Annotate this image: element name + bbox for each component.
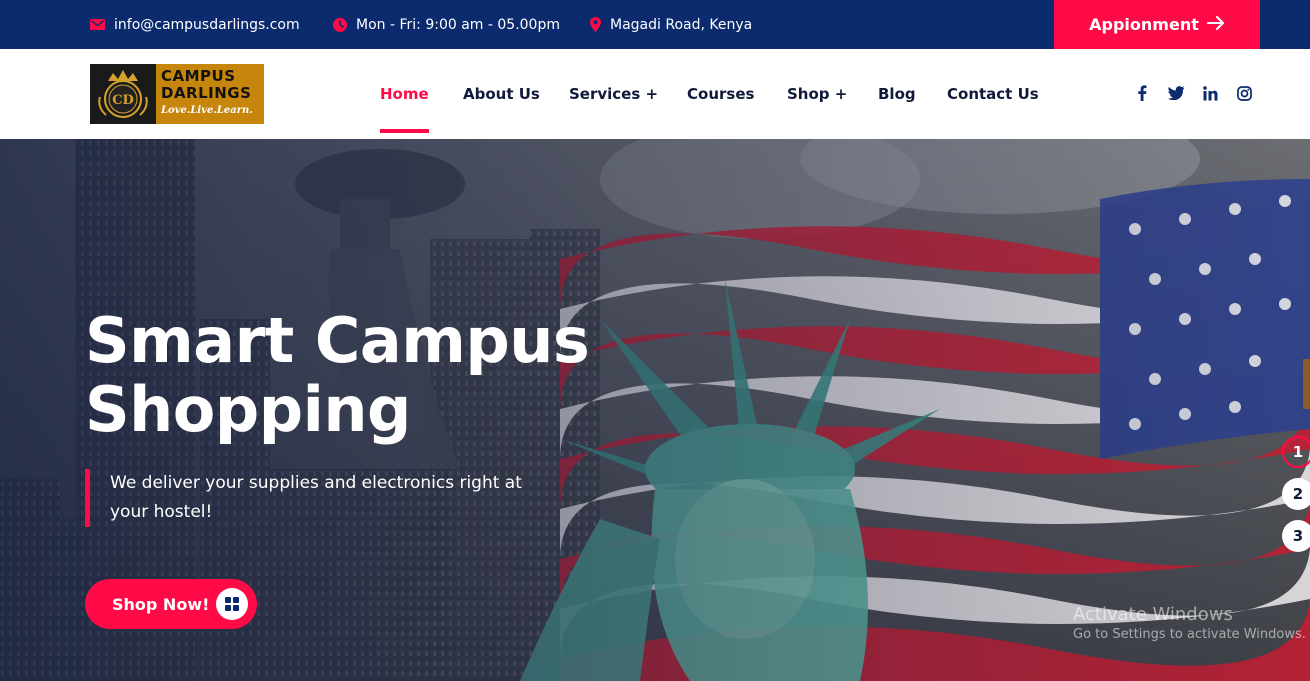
nav-about-us[interactable]: About Us: [463, 49, 540, 139]
top-info-bar: info@campusdarlings.com Mon - Fri: 9:00 …: [0, 0, 1310, 49]
logo-wordmark: CAMPUS DARLINGS Love.Live.Learn.: [156, 64, 264, 124]
arrow-right-icon: [1206, 15, 1225, 34]
instagram-icon[interactable]: [1234, 83, 1254, 103]
logo-crest: CD: [90, 64, 156, 124]
logo-line2: DARLINGS: [161, 84, 252, 102]
hero-subtitle: We deliver your supplies and electronics…: [110, 473, 522, 522]
nav-courses[interactable]: Courses: [687, 49, 754, 139]
nav-services[interactable]: Services +: [569, 49, 658, 139]
clock-icon: [333, 17, 347, 32]
logo-monogram: CD: [112, 93, 134, 108]
nav-contact-us[interactable]: Contact Us: [947, 49, 1039, 139]
windows-activation-hint: Go to Settings to activate Windows.: [1073, 627, 1306, 642]
hours-text: Mon - Fri: 9:00 am - 05.00pm: [356, 16, 560, 33]
address-info: Magadi Road, Kenya: [590, 0, 752, 49]
map-pin-icon: [590, 17, 601, 32]
appointment-label: Appionment: [1089, 15, 1199, 34]
appointment-button[interactable]: Appionment: [1054, 0, 1260, 49]
site-logo[interactable]: CD CAMPUS DARLINGS Love.Live.Learn.: [90, 64, 264, 124]
envelope-icon: [90, 19, 105, 30]
grid-icon: [216, 588, 248, 620]
slide-dot-1[interactable]: 1: [1282, 436, 1310, 468]
twitter-icon[interactable]: [1166, 83, 1186, 103]
nav-home[interactable]: Home: [380, 49, 429, 139]
hours-info: Mon - Fri: 9:00 am - 05.00pm: [333, 0, 560, 49]
email-info[interactable]: info@campusdarlings.com: [90, 0, 300, 49]
hero-title: Smart Campus Shopping: [85, 304, 590, 446]
slide-dot-3[interactable]: 3: [1282, 520, 1310, 552]
facebook-icon[interactable]: [1132, 83, 1152, 103]
logo-line1: CAMPUS: [161, 67, 236, 85]
address-text: Magadi Road, Kenya: [610, 16, 753, 33]
hero-title-line1: Smart Campus: [85, 304, 590, 377]
linkedin-icon[interactable]: [1200, 83, 1220, 103]
hero-subtitle-accent-bar: [85, 469, 90, 527]
slide-dot-2[interactable]: 2: [1282, 478, 1310, 510]
side-panel-tab[interactable]: [1303, 359, 1310, 409]
hero-title-line2: Shopping: [85, 373, 411, 446]
hero-slider: Smart Campus Shopping We deliver your su…: [0, 139, 1310, 681]
logo-tagline: Love.Live.Learn.: [161, 105, 253, 116]
main-navbar: CD CAMPUS DARLINGS Love.Live.Learn. Home…: [0, 49, 1310, 139]
nav-shop[interactable]: Shop +: [787, 49, 847, 139]
email-text[interactable]: info@campusdarlings.com: [114, 17, 300, 33]
nav-blog[interactable]: Blog: [878, 49, 916, 139]
nav-active-indicator: [380, 129, 429, 133]
shop-now-label: Shop Now!: [112, 594, 210, 614]
windows-activation-title: Activate Windows: [1073, 604, 1233, 625]
shop-now-button[interactable]: Shop Now!: [85, 579, 257, 629]
